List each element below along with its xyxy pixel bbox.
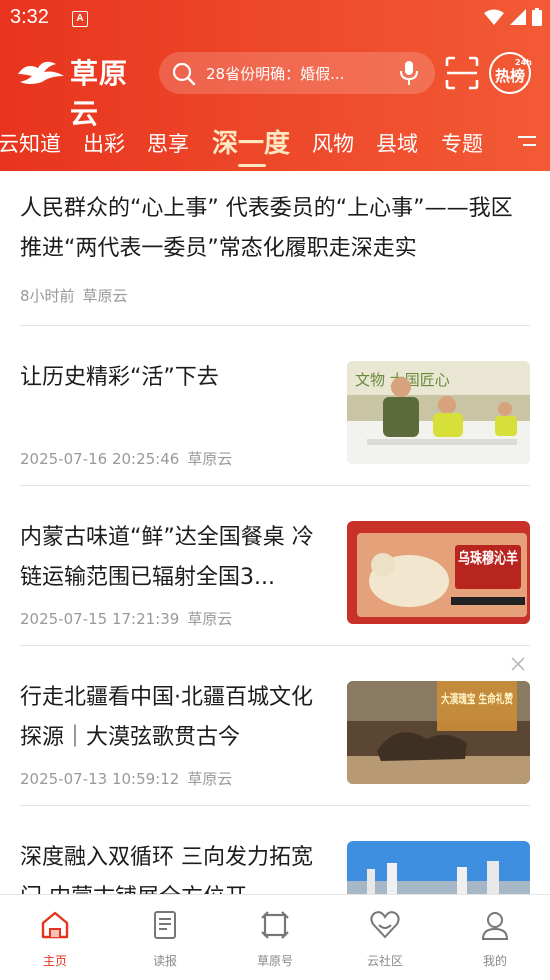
search-placeholder: 28省份明确：婚假... (206, 65, 345, 83)
frame-icon (261, 911, 289, 939)
article-meta: 2025-07-13 10:59:12 草原云 (20, 768, 232, 789)
article-source: 草原云 (187, 770, 233, 788)
tab-yunzhidao[interactable]: 云知道 (0, 128, 61, 158)
tab-sixiang[interactable]: 思享 (147, 128, 189, 158)
article-title: 行走北疆看中国·北疆百城文化探源｜大漠弦歌贯古今 (20, 685, 313, 750)
article-time: 2025-07-16 20:25:46 (20, 450, 180, 468)
thumbnail-caption: 乌珠穆沁羊 (458, 549, 518, 567)
article-meta: 8小时前 草原云 (20, 285, 128, 306)
status-time: 3:32 (10, 6, 49, 28)
article-item[interactable]: 深度融入双循环 三向发力拓宽门 内蒙古铺展全方位开 (20, 806, 530, 894)
article-title: 让历史精彩“活”下去 (20, 365, 219, 390)
article-source: 草原云 (187, 610, 233, 628)
hot-list-button[interactable]: 24h 热榜 (489, 52, 532, 94)
article-item[interactable]: 行走北疆看中国·北疆百城文化探源｜大漠弦歌贯古今 2025-07-13 10:5… (20, 646, 530, 806)
community-heart-icon (370, 911, 400, 939)
status-bar: 3:32 A (0, 0, 550, 36)
nav-label: 读报 (152, 954, 177, 968)
thumbnail-image (347, 841, 530, 894)
article-item[interactable]: 内蒙古味道“鲜”达全国餐桌 冷链运输范围已辐射全国3... 2025-07-15… (20, 486, 530, 646)
channel-tabs: 云知道 出彩 思享 深一度 风物 县域 专题 (0, 120, 550, 167)
nav-label: 草原号 (256, 954, 293, 968)
close-ad-icon[interactable] (510, 656, 526, 672)
thumbnail-caption: 大漠瑰宝 生命礼赞 (441, 691, 513, 706)
article-item[interactable]: 人民群众的“心上事” 代表委员的“上心事”——我区推进“两代表一委员”常态化履职… (20, 171, 530, 326)
article-time: 2025-07-15 17:21:39 (20, 610, 180, 628)
bottom-navigation: 主页 读报 草原号 云社区 我的 (0, 894, 550, 980)
article-title: 人民群众的“心上事” 代表委员的“上心事”——我区推进“两代表一委员”常态化履职… (20, 196, 513, 261)
article-thumbnail[interactable] (347, 841, 530, 894)
signal-icon (510, 9, 526, 25)
notification-icon: A (72, 11, 88, 27)
nav-label: 云社区 (366, 954, 403, 968)
logo-cloud-icon (18, 61, 64, 84)
tab-chucai[interactable]: 出彩 (83, 128, 125, 158)
active-tab-indicator (238, 164, 266, 167)
article-item[interactable]: 让历史精彩“活”下去 2025-07-16 20:25:46 草原云 文物 大国匠… (20, 326, 530, 486)
nav-newspaper[interactable]: 读报 (110, 895, 220, 980)
nav-home[interactable]: 主页 (0, 895, 110, 980)
newspaper-icon (154, 911, 176, 939)
search-icon (172, 62, 196, 86)
article-source: 草原云 (82, 287, 128, 305)
nav-label: 主页 (42, 954, 67, 968)
tab-shenyidu[interactable]: 深一度 (212, 123, 290, 160)
hot-list-label: 热榜 (495, 67, 526, 85)
article-meta: 2025-07-15 17:21:39 草原云 (20, 608, 232, 629)
search-bar[interactable]: 28省份明确：婚假... (159, 52, 435, 94)
thumbnail-image: 大漠瑰宝 生命礼赞 (347, 681, 530, 784)
article-thumbnail[interactable]: 乌珠穆沁羊 (347, 521, 530, 624)
article-meta: 2025-07-16 20:25:46 草原云 (20, 448, 232, 469)
app-logo[interactable]: 草原云 (14, 52, 154, 130)
nav-caoyuanhao[interactable]: 草原号 (220, 895, 330, 980)
home-icon (41, 911, 69, 939)
tab-fengwu[interactable]: 风物 (312, 128, 354, 158)
nav-community[interactable]: 云社区 (330, 895, 440, 980)
article-title: 内蒙古味道“鲜”达全国餐桌 冷链运输范围已辐射全国3... (20, 525, 314, 590)
article-thumbnail[interactable]: 文物 大国匠心 (347, 361, 530, 464)
thumbnail-image: 文物 大国匠心 (347, 361, 530, 464)
tab-xianyu[interactable]: 县域 (376, 128, 418, 158)
nav-label: 我的 (482, 954, 507, 968)
article-title: 深度融入双循环 三向发力拓宽门 内蒙古铺展全方位开 (20, 845, 313, 894)
article-time: 2025-07-13 10:59:12 (20, 770, 180, 788)
article-thumbnail[interactable]: 大漠瑰宝 生命礼赞 (347, 681, 530, 784)
wifi-icon (484, 9, 504, 25)
system-icons (484, 8, 542, 26)
thumbnail-image: 乌珠穆沁羊 (347, 521, 530, 624)
top-bar: 草原云 28省份明确：婚假... 24h 热榜 (0, 46, 550, 130)
article-time: 8小时前 (20, 287, 75, 305)
tab-zhuanti[interactable]: 专题 (441, 128, 483, 158)
scan-icon[interactable] (445, 56, 479, 90)
app-header: 3:32 A 草原云 28省份明确：婚假... 24h 热榜 云知道 出彩 思享… (0, 0, 550, 171)
channel-menu-icon[interactable] (515, 134, 539, 150)
battery-icon (532, 8, 542, 26)
nav-profile[interactable]: 我的 (440, 895, 550, 980)
profile-icon (481, 912, 509, 940)
article-source: 草原云 (187, 450, 233, 468)
news-feed[interactable]: 人民群众的“心上事” 代表委员的“上心事”——我区推进“两代表一委员”常态化履职… (0, 171, 550, 894)
microphone-icon[interactable] (399, 60, 419, 86)
